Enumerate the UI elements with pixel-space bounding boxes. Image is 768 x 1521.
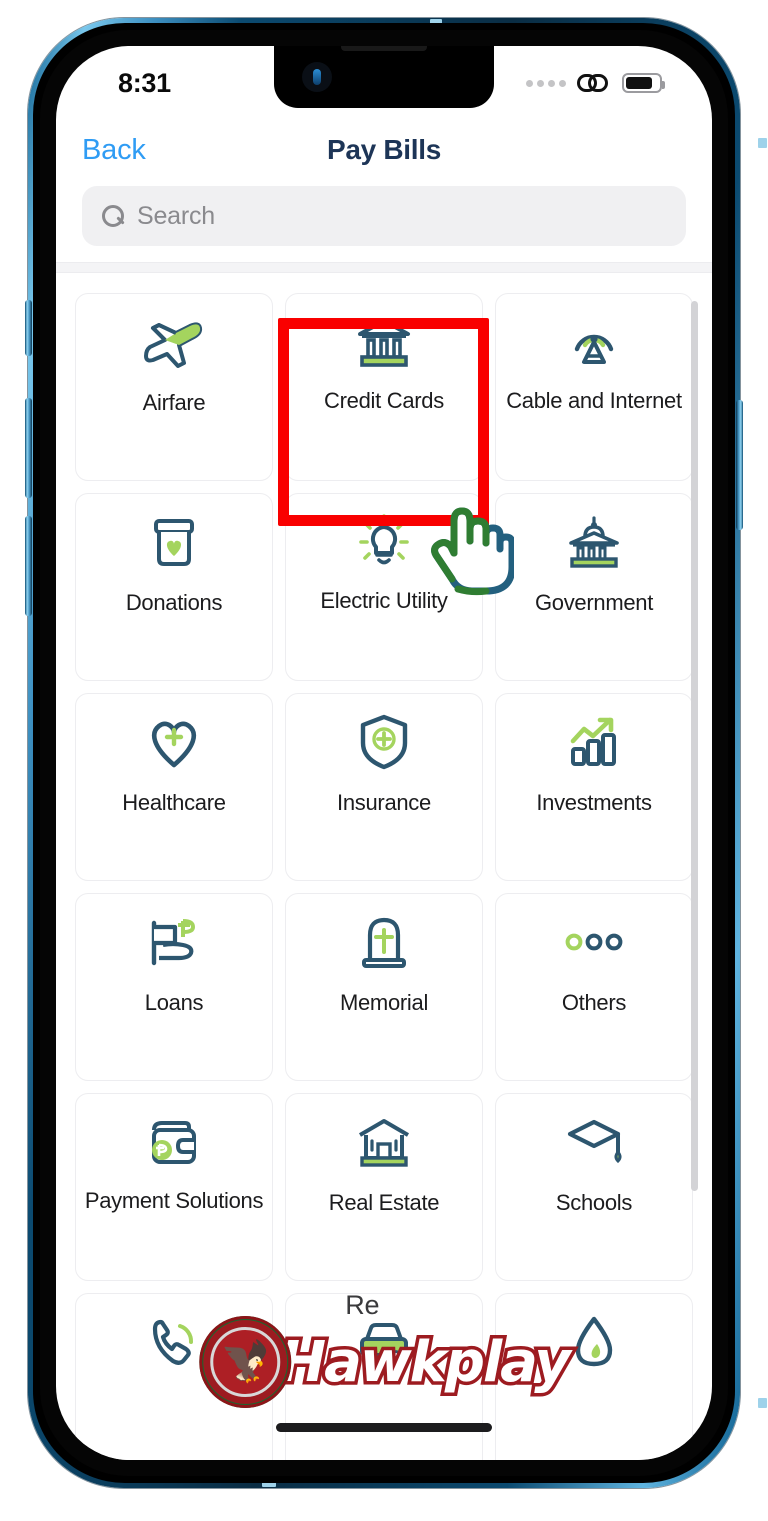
home-indicator[interactable] <box>276 1423 492 1432</box>
mute-switch[interactable] <box>25 300 32 356</box>
donation-box-icon <box>76 494 272 590</box>
biller-tile-label: Memorial <box>339 990 429 1015</box>
status-icons <box>526 72 665 94</box>
biller-tile-label: Government <box>534 590 654 615</box>
biller-tile-label: Electric Utility <box>320 588 448 613</box>
navigation-bar: Back Pay Bills <box>56 120 712 180</box>
biller-tile-car[interactable] <box>285 1293 483 1460</box>
biller-tile-label: Loans <box>144 990 204 1015</box>
biller-tile-healthcare[interactable]: Healthcare <box>75 693 273 881</box>
section-divider <box>56 262 712 273</box>
biller-tile-real-estate[interactable]: Real Estate <box>285 1093 483 1281</box>
biller-tile-label: Real Estate <box>328 1190 440 1215</box>
search-container: Search <box>82 186 686 246</box>
power-button[interactable] <box>736 400 743 530</box>
biller-tile-label: Payment Solutions <box>84 1188 264 1213</box>
phone-icon <box>76 1294 272 1390</box>
screenshot-stage: 8:31 Back Pay Bills Search Airfare Credi… <box>0 0 768 1521</box>
status-time: 8:31 <box>118 67 171 98</box>
biller-tile-donations[interactable]: Donations <box>75 493 273 681</box>
heart-plus-icon <box>76 694 272 790</box>
shield-plus-icon <box>286 694 482 790</box>
biller-tile-label: Schools <box>555 1190 633 1215</box>
biller-tile-loans[interactable]: Loans <box>75 893 273 1081</box>
volume-up-button[interactable] <box>25 398 32 498</box>
earpiece-speaker <box>341 46 427 51</box>
search-placeholder: Search <box>137 201 216 230</box>
house-bank-icon <box>286 1094 482 1190</box>
lightbulb-icon <box>286 494 482 590</box>
biller-tile-label: Donations <box>125 590 223 615</box>
biller-tile-airfare[interactable]: Airfare <box>75 293 273 481</box>
hand-peso-flag-icon <box>76 894 272 990</box>
biller-tile-others[interactable]: Others <box>495 893 693 1081</box>
airplane-icon <box>76 294 272 390</box>
bank-icon <box>286 294 482 390</box>
biller-tile-water-drop[interactable] <box>495 1293 693 1460</box>
biller-tile-electric-utility[interactable]: Electric Utility <box>285 493 483 681</box>
biller-tile-cable-and-internet[interactable]: Cable and Internet <box>495 293 693 481</box>
volume-down-button[interactable] <box>25 516 32 616</box>
biller-tile-insurance[interactable]: Insurance <box>285 693 483 881</box>
biller-tile-memorial[interactable]: Memorial <box>285 893 483 1081</box>
link-chain-icon <box>577 72 611 94</box>
biller-tile-label: Airfare <box>142 390 206 415</box>
phone-screen: 8:31 Back Pay Bills Search Airfare Credi… <box>56 46 712 1460</box>
wallet-peso-icon <box>76 1094 272 1190</box>
biller-tile-schools[interactable]: Schools <box>495 1093 693 1281</box>
vertical-scrollbar[interactable] <box>691 301 698 1191</box>
tombstone-icon <box>286 894 482 990</box>
search-icon <box>102 205 124 227</box>
biller-tile-label: Cable and Internet <box>506 388 682 413</box>
bar-chart-up-icon <box>496 694 692 790</box>
biller-tile-label: Credit Cards <box>324 388 444 413</box>
biller-tile-label: Others <box>561 990 627 1015</box>
biller-category-grid: Airfare Credit Cards Cable and Internet … <box>56 273 712 1460</box>
three-dots-icon <box>496 894 692 990</box>
battery-icon <box>622 73 665 93</box>
water-drop-icon <box>496 1294 692 1390</box>
car-icon <box>286 1294 482 1390</box>
biller-tile-government[interactable]: Government <box>495 493 693 681</box>
biller-tile-credit-cards[interactable]: Credit Cards <box>285 293 483 481</box>
signal-dots-icon <box>526 79 566 87</box>
biller-tile-label: Investments <box>536 790 652 815</box>
page-title: Pay Bills <box>326 134 442 165</box>
antenna-icon <box>496 294 692 390</box>
biller-tile-phone[interactable] <box>75 1293 273 1460</box>
biller-scroll-area[interactable]: Airfare Credit Cards Cable and Internet … <box>56 273 712 1460</box>
front-camera-icon <box>302 62 332 92</box>
capitol-icon <box>496 494 692 590</box>
biller-tile-label: Healthcare <box>122 790 226 815</box>
antenna-band-bottom-right <box>758 1398 767 1408</box>
biller-tile-payment-solutions[interactable]: Payment Solutions <box>75 1093 273 1281</box>
biller-tile-label: Insurance <box>337 790 431 815</box>
biller-tile-investments[interactable]: Investments <box>495 693 693 881</box>
search-input[interactable]: Search <box>82 186 686 246</box>
antenna-band-top-right <box>758 138 767 148</box>
phone-notch <box>274 46 494 108</box>
graduation-cap-icon <box>496 1094 692 1190</box>
